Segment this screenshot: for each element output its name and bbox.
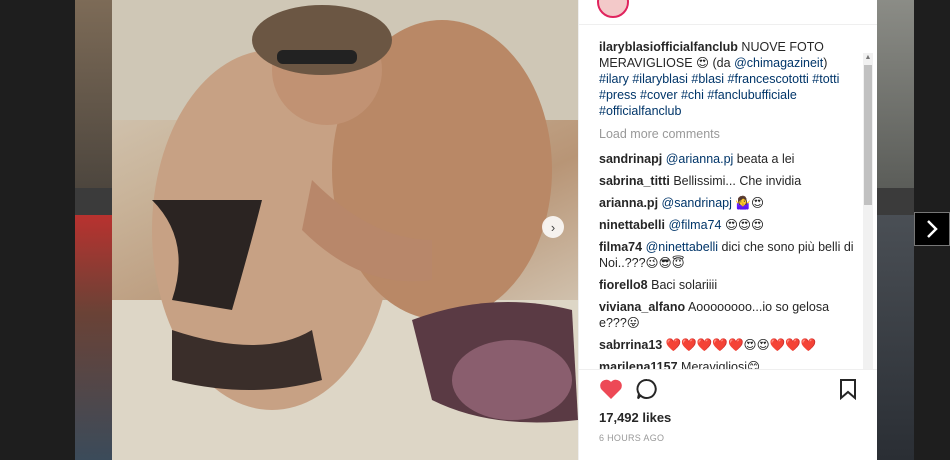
comment-text: Bellissimi... Che invidia [673, 174, 802, 188]
comment-username[interactable]: viviana_alfano [599, 300, 685, 314]
list-item: sabrina_titti Bellissimi... Che invidia [599, 173, 855, 189]
carousel-next-icon[interactable]: › [542, 216, 564, 238]
comment-username[interactable]: filma74 [599, 240, 642, 254]
comment-username[interactable]: marilena1157 [599, 360, 678, 369]
caption-username[interactable]: ilaryblasiofficialfanclub [599, 40, 738, 54]
comment-mention[interactable]: @filma74 [668, 218, 721, 232]
caption-mention[interactable]: @chimagazineit [734, 56, 823, 70]
chevron-right-icon[interactable] [914, 212, 950, 246]
caption-hashtags[interactable]: #ilary #ilaryblasi #blasi #francescotott… [599, 72, 839, 118]
post-timestamp: 6 HOURS AGO [599, 433, 665, 443]
list-item: arianna.pj @sandrinapj 🤷‍♀️😍 [599, 195, 855, 211]
post-caption: ilaryblasiofficialfanclub NUOVE FOTO MER… [599, 39, 855, 119]
load-more-comments-link[interactable]: Load more comments [599, 127, 855, 141]
comments-scrollbar[interactable]: ▲ ▼ [863, 53, 873, 369]
comments-list: ilaryblasiofficialfanclub NUOVE FOTO MER… [579, 25, 877, 369]
list-item: fiorello8 Baci solariiii [599, 277, 855, 293]
caption-close: ) [823, 56, 828, 70]
comment-text: Baci solariiii [651, 278, 718, 292]
post-photo[interactable]: › [112, 0, 578, 460]
grid-thumbnail[interactable] [75, 215, 112, 460]
likes-count[interactable]: 17,492 likes [579, 406, 877, 429]
comment-username[interactable]: fiorello8 [599, 278, 648, 292]
avatar[interactable] [597, 0, 629, 18]
comment-username[interactable]: sandrinapj [599, 152, 662, 166]
comment-mention[interactable]: @arianna.pj [666, 152, 734, 166]
list-item: filma74 @ninettabelli dici che sono più … [599, 239, 855, 271]
comment-text: Meravigliosi😊 [681, 360, 761, 369]
grid-thumbnail[interactable] [877, 0, 914, 188]
list-item: sabrrina13 ❤️❤️❤️❤️❤️😍😍❤️❤️❤️ [599, 337, 855, 353]
scrollbar-thumb[interactable] [864, 65, 872, 205]
post-header [579, 0, 877, 25]
post-modal: › ilaryblasiofficialfanclub NUOVE FOTO M… [112, 0, 877, 460]
comment-mention[interactable]: @ninettabelli [646, 240, 718, 254]
list-item: sandrinapj @arianna.pj beata a lei [599, 151, 855, 167]
comment-mention[interactable]: @sandrinapj [662, 196, 732, 210]
list-item: viviana_alfano Aoooooooo...io so gelosa … [599, 299, 855, 331]
comment-text: ❤️❤️❤️❤️❤️😍😍❤️❤️❤️ [665, 338, 817, 352]
post-side-panel: ilaryblasiofficialfanclub NUOVE FOTO MER… [578, 0, 877, 460]
list-item: ninettabelli @filma74 😍😍😍 [599, 217, 855, 233]
comment-text: 🤷‍♀️😍 [731, 196, 764, 210]
bookmark-icon[interactable] [839, 378, 857, 400]
grid-thumbnail[interactable] [75, 0, 112, 188]
heart-icon[interactable] [599, 378, 623, 400]
comment-icon[interactable] [636, 378, 658, 400]
comment-username[interactable]: sabrrina13 [599, 338, 662, 352]
post-actions [579, 369, 877, 406]
comment-username[interactable]: sabrina_titti [599, 174, 670, 188]
grid-thumbnail[interactable] [877, 215, 914, 460]
comment-text: beata a lei [733, 152, 795, 166]
comment-username[interactable]: arianna.pj [599, 196, 658, 210]
list-item: marilena1157 Meravigliosi😊 [599, 359, 855, 369]
scroll-up-icon[interactable]: ▲ [864, 53, 872, 63]
comment-username[interactable]: ninettabelli [599, 218, 665, 232]
photo-illustration [112, 0, 578, 460]
comment-text: 😍😍😍 [721, 218, 765, 232]
